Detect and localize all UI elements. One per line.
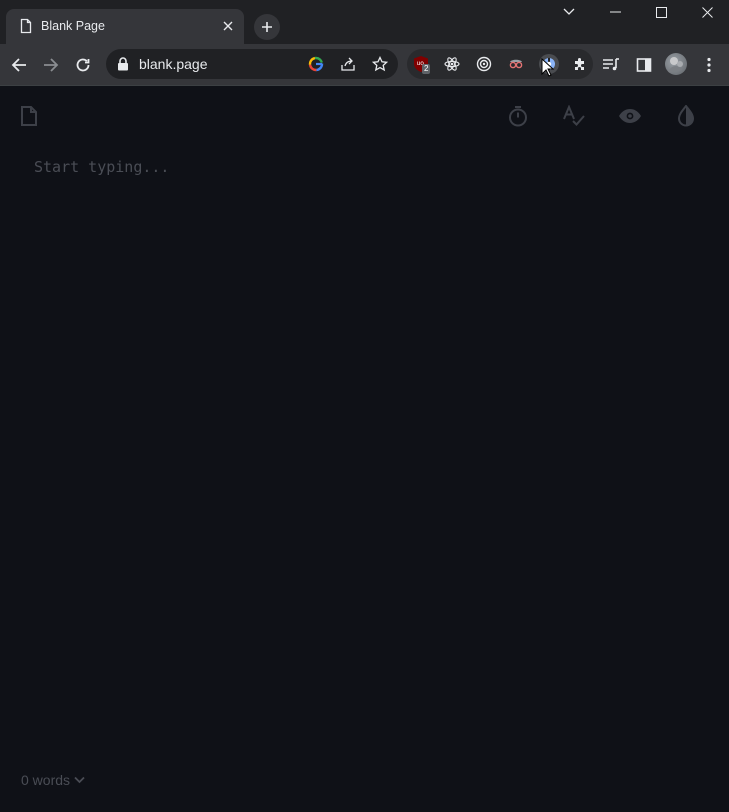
tab-blank-page[interactable]: Blank Page (6, 9, 244, 44)
browser-menu-icon[interactable] (699, 55, 719, 75)
mouse-cursor-icon (541, 58, 555, 77)
profile-avatar[interactable] (665, 53, 687, 75)
blank-page-app: 0 words (0, 86, 729, 812)
chevron-down-icon (563, 8, 575, 15)
tab-strip: Blank Page (0, 0, 729, 44)
word-count-label: 0 words (21, 772, 71, 788)
document-icon[interactable] (19, 105, 39, 127)
browser-chrome: Blank Page blank.page uo 2 (0, 0, 729, 86)
forward-button[interactable] (39, 53, 63, 77)
minimize-button[interactable] (592, 0, 638, 24)
bookmark-star-icon[interactable] (371, 55, 389, 73)
maximize-icon (655, 6, 667, 18)
contrast-icon[interactable] (674, 104, 698, 128)
react-devtools-icon[interactable] (443, 55, 461, 73)
reload-button[interactable] (71, 53, 95, 77)
address-bar[interactable]: blank.page (106, 49, 398, 79)
tab-close-icon[interactable] (220, 18, 236, 34)
maximize-button[interactable] (638, 0, 684, 24)
preview-eye-icon[interactable] (618, 104, 642, 128)
new-tab-button[interactable] (254, 14, 280, 40)
target-extension-icon[interactable] (475, 55, 493, 73)
back-button[interactable] (7, 53, 31, 77)
google-lens-icon[interactable] (307, 55, 325, 73)
side-panel-icon[interactable] (634, 55, 654, 75)
lock-icon[interactable] (117, 57, 129, 71)
browser-toolbar: blank.page uo 2 (0, 44, 729, 86)
extensions-puzzle-icon[interactable] (571, 55, 589, 73)
document-icon (20, 18, 32, 34)
tab-title: Blank Page (41, 19, 105, 33)
url-text[interactable]: blank.page (139, 56, 208, 72)
close-icon (701, 6, 713, 18)
ublock-badge: 2 (422, 64, 431, 74)
minimize-icon (609, 11, 621, 13)
timer-icon[interactable] (506, 104, 530, 128)
spellcheck-icon[interactable] (562, 104, 586, 128)
editor-textarea[interactable] (34, 158, 694, 758)
extensions-bar: uo 2 (407, 49, 593, 79)
tab-search-button[interactable] (546, 0, 592, 24)
arrow-left-icon (11, 58, 26, 72)
ublock-origin-icon[interactable]: uo 2 (412, 55, 431, 74)
word-count-toggle[interactable]: 0 words (21, 772, 85, 788)
media-control-icon[interactable] (601, 55, 621, 75)
close-window-button[interactable] (684, 0, 729, 24)
reload-icon (76, 58, 90, 72)
chevron-down-icon (74, 776, 85, 784)
spy-glasses-extension-icon[interactable] (507, 55, 525, 73)
share-icon[interactable] (339, 55, 357, 73)
arrow-right-icon (44, 58, 59, 72)
plus-icon (262, 22, 272, 32)
